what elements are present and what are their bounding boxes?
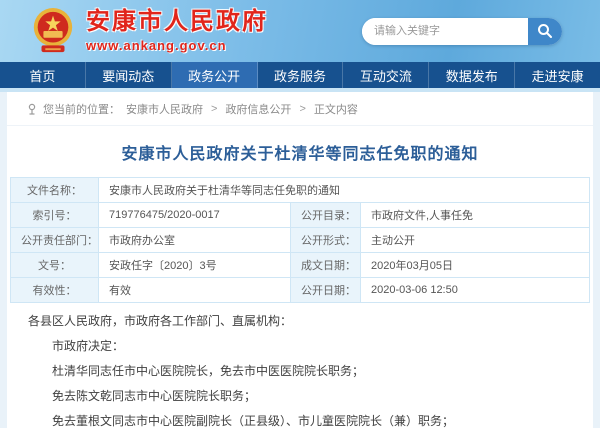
nav-item-interaction[interactable]: 互动交流 <box>343 62 430 88</box>
site-brand[interactable]: 安康市人民政府 www.ankang.gov.cn <box>30 6 268 56</box>
nav-item-about[interactable]: 走进安康 <box>515 62 600 88</box>
nav-item-services[interactable]: 政务服务 <box>258 62 344 88</box>
meta-value-file-name: 安康市人民政府关于杜清华等同志任免职的通知 <box>98 177 590 203</box>
body-paragraph: 市政府决定： <box>52 339 125 353</box>
meta-value-publish-date: 2020-03-06 12:50 <box>360 277 590 303</box>
breadcrumb-separator: > <box>299 103 306 115</box>
breadcrumb-separator: > <box>211 103 218 115</box>
national-emblem-icon <box>33 8 73 53</box>
body-paragraph: 杜清华同志任市中心医院院长，免去市中医医院院长职务； <box>52 364 365 378</box>
meta-label-category: 公开目录： <box>290 202 361 228</box>
meta-value-index-no: 719776475/2020-0017 <box>98 202 291 228</box>
document-body: 各县区人民政府，市政府各工作部门、直属机构： 市政府决定： 杜清华同志任市中心医… <box>7 303 593 428</box>
table-row: 文件名称： 安康市人民政府关于杜清华等同志任免职的通知 <box>10 177 590 203</box>
body-paragraph: 免去董根文同志市中心医院副院长（正县级）、市儿童医院院长（兼）职务； <box>52 414 455 428</box>
site-url: www.ankang.gov.cn <box>86 37 227 53</box>
meta-label-department: 公开责任部门： <box>10 227 99 253</box>
breadcrumb-item-site[interactable]: 安康市人民政府 <box>126 101 203 117</box>
search-icon <box>538 24 552 38</box>
breadcrumb-item-current: 正文内容 <box>313 104 358 116</box>
site-header: 安康市人民政府 www.ankang.gov.cn <box>0 0 600 62</box>
meta-label-publish-date: 公开日期： <box>290 277 361 303</box>
table-row: 有效性： 有效 公开日期： 2020-03-06 12:50 <box>10 277 590 303</box>
meta-value-department: 市政府办公室 <box>98 227 291 253</box>
search-bar <box>362 17 562 45</box>
breadcrumb-item-gov-info[interactable]: 政府信息公开 <box>225 101 291 117</box>
nav-item-data[interactable]: 数据发布 <box>429 62 516 88</box>
breadcrumb-prefix: 您当前的位置： <box>43 104 120 116</box>
nav-item-gov-info[interactable]: 政务公开 <box>171 62 258 88</box>
search-button[interactable] <box>528 17 562 45</box>
meta-label-index-no: 索引号： <box>10 202 99 228</box>
table-row: 公开责任部门： 市政府办公室 公开形式： 主动公开 <box>10 227 590 253</box>
content-panel: 您当前的位置： 安康市人民政府 > 政府信息公开 > 正文内容 安康市人民政府关… <box>7 92 593 428</box>
document-meta-table: 文件名称： 安康市人民政府关于杜清华等同志任免职的通知 索引号： 7197764… <box>10 177 590 303</box>
site-title: 安康市人民政府 <box>86 8 268 36</box>
meta-value-issue-date: 2020年03月05日 <box>360 252 590 278</box>
breadcrumb: 您当前的位置： 安康市人民政府 > 政府信息公开 > 正文内容 <box>7 92 593 126</box>
meta-label-validity: 有效性： <box>10 277 99 303</box>
meta-label-doc-no: 文号： <box>10 252 99 278</box>
location-icon <box>28 103 36 115</box>
body-paragraph: 各县区人民政府，市政府各工作部门、直属机构： <box>28 314 293 328</box>
meta-value-validity: 有效 <box>98 277 291 303</box>
main-nav: 首页 要闻动态 政务公开 政务服务 互动交流 数据发布 走进安康 <box>0 62 600 92</box>
meta-label-issue-date: 成文日期： <box>290 252 361 278</box>
body-paragraph: 免去陈文乾同志市中心医院院长职务； <box>52 389 257 403</box>
page-title: 安康市人民政府关于杜清华等同志任免职的通知 <box>121 146 479 163</box>
meta-value-form: 主动公开 <box>360 227 590 253</box>
nav-item-home[interactable]: 首页 <box>0 62 86 88</box>
search-input[interactable] <box>362 17 528 45</box>
meta-label-file-name: 文件名称： <box>10 177 99 203</box>
table-row: 文号： 安政任字〔2020〕3号 成文日期： 2020年03月05日 <box>10 252 590 278</box>
meta-label-form: 公开形式： <box>290 227 361 253</box>
nav-item-news[interactable]: 要闻动态 <box>86 62 172 88</box>
meta-value-category: 市政府文件,人事任免 <box>360 202 590 228</box>
meta-value-doc-no: 安政任字〔2020〕3号 <box>98 252 291 278</box>
table-row: 索引号： 719776475/2020-0017 公开目录： 市政府文件,人事任… <box>10 202 590 228</box>
